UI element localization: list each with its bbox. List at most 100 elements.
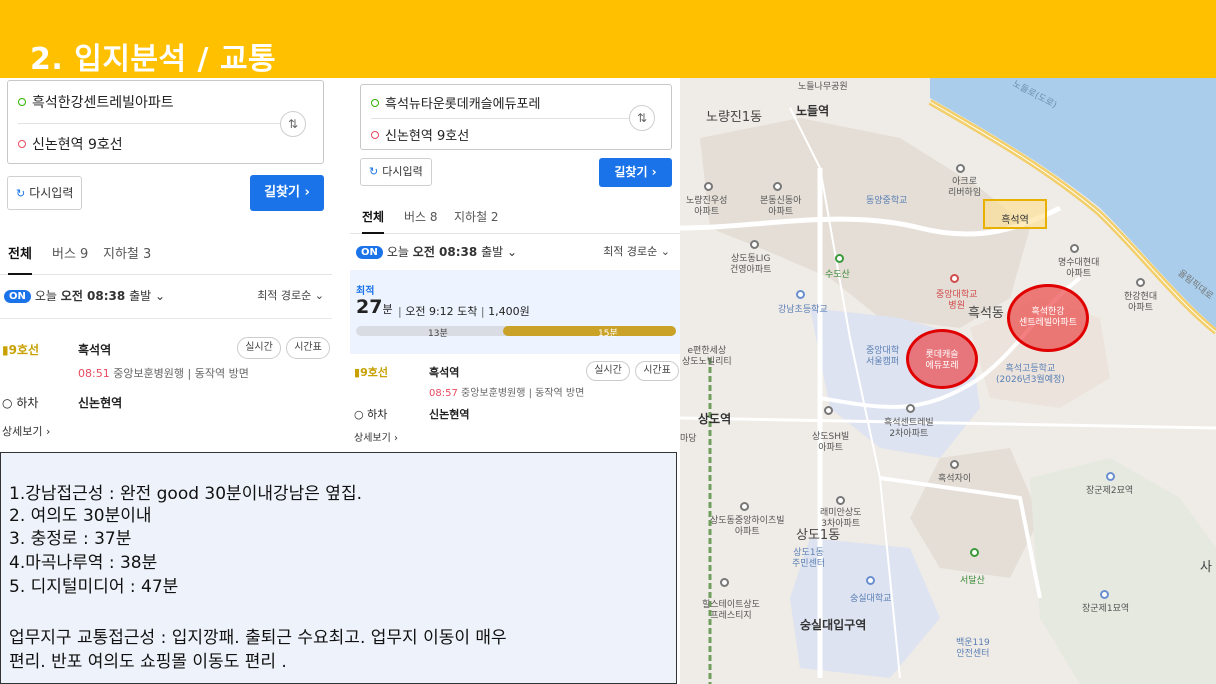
route-panel-2: 흑석뉴타운롯데캐슬에듀포레 신논현역 9호선 ⇅ ↻ 다시입력 길찾기 › 전체 … xyxy=(350,78,680,454)
mountain-pin-icon[interactable] xyxy=(970,548,979,557)
divider xyxy=(18,123,283,124)
tab-subway[interactable]: 지하철 2 xyxy=(454,200,499,234)
best-badge: 최적 xyxy=(356,286,375,297)
school-pin-icon[interactable] xyxy=(866,576,875,585)
reset-button[interactable]: ↻ 다시입력 xyxy=(7,176,83,210)
school-pin-icon[interactable] xyxy=(796,290,805,299)
circle-icon: ○ xyxy=(2,396,13,410)
sort-dropdown[interactable]: 최적 경로순 ⌄ xyxy=(603,243,670,259)
note-line-5: 5. 디지털미디어 : 47분 xyxy=(9,577,179,597)
apartment-pin-icon[interactable] xyxy=(740,502,749,511)
destination-dot-icon xyxy=(18,140,26,148)
departure-row[interactable]: ON 오늘 오전 08:38 출발 ⌄ 최적 경로순 ⌄ xyxy=(4,287,328,309)
ride-segment xyxy=(503,326,676,336)
place-label: 힐스테이트상도 프레스티지 xyxy=(702,600,760,621)
school-label: 동양중학교 xyxy=(866,196,908,206)
tab-subway[interactable]: 지하철 3 xyxy=(103,235,151,275)
notes-textbox: 1.강남접근성 : 완전 good 30분이내강남은 옆집. 2. 여의도 30… xyxy=(0,452,677,684)
reset-button[interactable]: ↻ 다시입력 xyxy=(360,158,432,186)
office-label: 상도1동 주민센터 xyxy=(792,548,826,569)
apartment-pin-icon[interactable] xyxy=(824,406,833,415)
tab-all[interactable]: 전체 xyxy=(362,200,385,234)
highlight-circle-lottecastle[interactable]: 롯데캐슬 에듀포레 xyxy=(906,329,978,389)
mountain-pin-icon[interactable] xyxy=(835,254,844,263)
apartment-pin-icon[interactable] xyxy=(773,182,782,191)
area-label: 노량진1동 xyxy=(706,110,763,125)
place-label: 아크로 리버하임 xyxy=(948,177,982,198)
note-line-2: 2. 여의도 30분이내 xyxy=(9,506,152,526)
divider xyxy=(371,118,631,119)
station-label: 노들역 xyxy=(796,104,830,118)
place-label: 마당 xyxy=(680,434,697,444)
origin-dot-icon xyxy=(371,99,379,107)
line-9-label: ▮9호선 xyxy=(354,366,388,379)
area-label: 상도1동 xyxy=(796,528,841,543)
note-line-3: 3. 충정로 : 37분 xyxy=(9,529,132,549)
detail-link[interactable]: 상세보기 › xyxy=(2,423,50,439)
place-label: 장군제2묘역 xyxy=(1086,486,1134,496)
boarding-station: 흑석역 xyxy=(78,343,112,357)
slide: 2. 입지분석 / 교통 흑석한강센트레빌아파트 신논현역 9호선 ⇅ ↻ 다시입… xyxy=(0,0,1216,684)
tab-all[interactable]: 전체 xyxy=(8,235,32,275)
apartment-pin-icon[interactable] xyxy=(906,404,915,413)
destination-field[interactable]: 신논현역 9호선 xyxy=(371,125,469,144)
station-label: 상도역 xyxy=(698,412,732,426)
cemetery-pin-icon[interactable] xyxy=(1100,590,1109,599)
tab-bus[interactable]: 버스 8 xyxy=(404,200,438,234)
note-line-7: 업무지구 교통접근성 : 입지깡패. 출퇴근 수요최고. 업무지 이동이 매우 xyxy=(9,628,507,648)
place-label: 흑석센트레빌 2차아파트 xyxy=(884,418,934,439)
search-route-button[interactable]: 길찾기 › xyxy=(599,158,672,187)
place-label: 상도동LIG 건영아파트 xyxy=(730,254,772,275)
swap-icon[interactable]: ⇅ xyxy=(280,111,306,137)
realtime-button[interactable]: 실시간 xyxy=(586,361,630,381)
apartment-pin-icon[interactable] xyxy=(704,182,713,191)
realtime-button[interactable]: 실시간 xyxy=(237,337,281,359)
sort-dropdown[interactable]: 최적 경로순 ⌄ xyxy=(257,287,324,303)
timetable-button[interactable]: 시간표 xyxy=(635,361,679,381)
apartment-pin-icon[interactable] xyxy=(1136,278,1145,287)
origin-field[interactable]: 흑석한강센트레빌아파트 xyxy=(18,92,174,112)
slide-title: 2. 입지분석 / 교통 xyxy=(30,42,277,77)
apartment-pin-icon[interactable] xyxy=(836,496,845,505)
highlight-circle-centreville[interactable]: 흑석한강 센트레빌아파트 xyxy=(1007,284,1089,352)
circle-icon: ○ xyxy=(354,408,364,421)
cemetery-pin-icon[interactable] xyxy=(1106,472,1115,481)
place-label: 한강현대 아파트 xyxy=(1124,292,1158,313)
tab-bar: 전체 버스 8 지하철 2 xyxy=(350,200,680,234)
walk-minutes: 13분 xyxy=(428,329,448,339)
apartment-pin-icon[interactable] xyxy=(720,578,729,587)
heukseok-station-highlight[interactable]: 흑석역 xyxy=(983,199,1047,229)
school-label: 흑석고등학교 (2026년3월예정) xyxy=(996,364,1065,385)
apartment-pin-icon[interactable] xyxy=(1070,244,1079,253)
apartment-pin-icon[interactable] xyxy=(750,240,759,249)
line-9-label: ▮9호선 xyxy=(2,343,40,357)
hospital-pin-icon[interactable] xyxy=(950,274,959,283)
origin-field[interactable]: 흑석뉴타운롯데캐슬에듀포레 xyxy=(371,93,540,112)
apartment-pin-icon[interactable] xyxy=(956,164,965,173)
map-view[interactable]: 노량진1동 노들나무공원 노들역 노량진우성 아파트 본동신동아 아파트 동양중… xyxy=(680,78,1216,684)
tab-bus[interactable]: 버스 9 xyxy=(52,235,88,275)
station-label: 숭실대입구역 xyxy=(800,618,867,632)
timetable-button[interactable]: 시간표 xyxy=(286,337,330,359)
university-label: 중앙대학 서울캠퍼 xyxy=(866,346,900,367)
swap-icon[interactable]: ⇅ xyxy=(629,105,655,131)
place-label: 본동신동아 아파트 xyxy=(760,196,802,217)
apartment-pin-icon[interactable] xyxy=(950,460,959,469)
route-panel-1: 흑석한강센트레빌아파트 신논현역 9호선 ⇅ ↻ 다시입력 길찾기 › 전체 버스… xyxy=(0,78,332,454)
detail-link[interactable]: 상세보기 › xyxy=(354,429,398,444)
boarding-station: 흑석역 xyxy=(429,366,460,379)
destination-dot-icon xyxy=(371,131,379,139)
search-route-button[interactable]: 길찾기 › xyxy=(250,175,324,211)
area-label: 흑석동 xyxy=(968,306,1004,321)
place-label: 상도SH빌 아파트 xyxy=(812,432,850,453)
destination-field[interactable]: 신논현역 9호선 xyxy=(18,134,123,154)
train-info: 08:57 중앙보훈병원행 | 동작역 방면 xyxy=(429,388,585,399)
alight-station: 신논현역 xyxy=(78,396,123,410)
mountain-label: 서달산 xyxy=(960,576,985,586)
park-label: 노들나무공원 xyxy=(798,82,848,92)
place-label: 장군제1묘역 xyxy=(1082,604,1130,614)
departure-row[interactable]: ON 오늘 오전 08:38 출발 ⌄ 최적 경로순 ⌄ xyxy=(356,243,674,265)
place-label: 노량진우성 아파트 xyxy=(686,196,728,217)
note-line-4: 4.마곡나루역 : 38분 xyxy=(9,553,158,573)
route-summary[interactable]: 최적 27분 | 오전 9:12 도착 | 1,400원 13분 15분 xyxy=(350,270,680,354)
